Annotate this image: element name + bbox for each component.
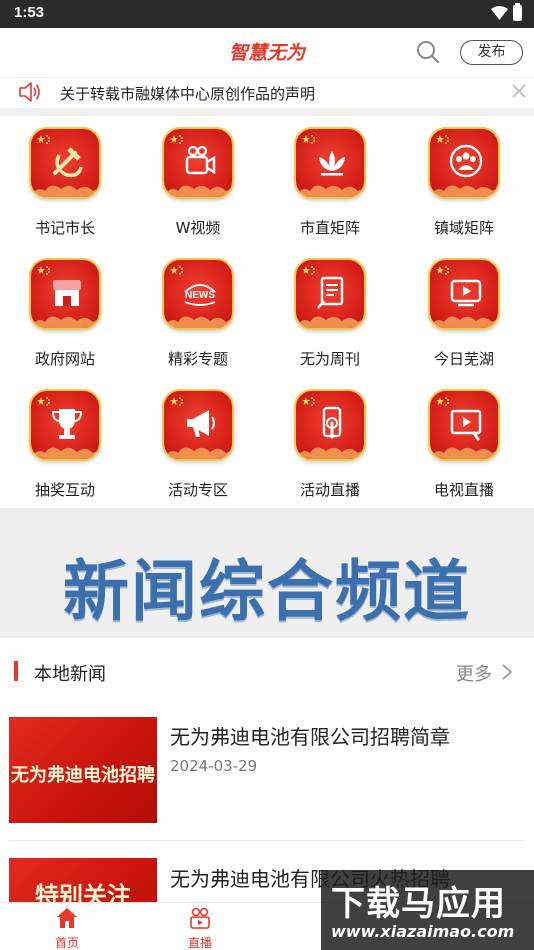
section-title: 本地新闻 <box>34 664 106 685</box>
tv-play-glyph <box>450 279 482 307</box>
news-item[interactable]: 无为弗迪电池招聘 无为弗迪电池有限公司招聘简章 2024-03-29 <box>0 700 534 850</box>
cloud-ornament <box>430 316 498 328</box>
status-bar: 1:53 <box>0 0 534 28</box>
watermark-title: 下载马应用 <box>331 884 506 924</box>
banner-title: 新闻综合频道 <box>63 553 471 630</box>
section-divider <box>0 108 534 116</box>
grid-item-label: 活动专区 <box>167 481 228 499</box>
grid-item-storefront[interactable]: 政府网站 <box>0 247 130 377</box>
grid-item-trophy[interactable]: 抽奖互动 <box>0 378 130 508</box>
grid-item-label: 今日芜湖 <box>433 350 494 368</box>
grid-item-document-edit[interactable]: 无为周刊 <box>265 247 395 377</box>
tab-live[interactable]: 直播 <box>167 905 233 950</box>
megaphone-glyph <box>187 410 215 437</box>
trophy-glyph <box>51 409 83 439</box>
news-headline[interactable]: 无为弗迪电池有限公司招聘简章 <box>170 721 450 750</box>
tab-live-label: 直播 <box>187 936 212 950</box>
trophy-icon[interactable] <box>29 389 101 461</box>
grid-item-tv-play[interactable]: 今日芜湖 <box>399 247 529 377</box>
phone-touch-glyph <box>322 406 342 439</box>
grid-item-news[interactable]: NEWS 精彩专题 <box>133 247 263 377</box>
megaphone-icon[interactable] <box>162 389 234 461</box>
storefront-icon[interactable] <box>29 258 101 330</box>
svg-text:NEWS: NEWS <box>185 290 215 301</box>
lotus-icon[interactable] <box>294 127 366 199</box>
watermark-url: www.xiazaimao.com <box>331 922 515 941</box>
cloud-ornament <box>164 316 232 328</box>
thumbnail-caption: 无为弗迪电池招聘 <box>11 765 155 786</box>
grid-item-label: 精彩专题 <box>167 350 228 368</box>
phone-touch-icon[interactable] <box>294 389 366 461</box>
hammer-sickle-glyph <box>53 147 83 178</box>
search-icon[interactable] <box>416 40 440 64</box>
news-glyph: NEWS <box>184 284 216 306</box>
app-title: 智慧无为 <box>228 42 305 64</box>
grid-item-lotus[interactable]: 市直矩阵 <box>265 116 395 246</box>
grid-item-label: 抽奖互动 <box>34 481 95 499</box>
notice-text[interactable]: 关于转载市融媒体中心原创作品的声明 <box>60 83 315 104</box>
publish-button[interactable]: 发布 <box>460 40 523 65</box>
more-link[interactable]: 更多 <box>456 660 492 686</box>
cloud-ornament <box>164 447 232 459</box>
film-play-icon[interactable] <box>428 389 500 461</box>
app-header: 智慧无为 发布 <box>0 28 534 78</box>
local-news-header: 本地新闻 更多 <box>0 640 534 700</box>
channel-banner[interactable]: 新闻综合频道 <box>0 508 534 638</box>
grid-item-group[interactable]: 镇域矩阵 <box>399 116 529 246</box>
grid-item-label: 镇域矩阵 <box>433 219 494 237</box>
cloud-ornament <box>296 316 364 328</box>
status-time: 1:53 <box>14 4 45 21</box>
cloud-ornament <box>164 185 232 197</box>
lotus-glyph <box>319 151 345 176</box>
grid-item-label: 市直矩阵 <box>299 219 360 237</box>
battery-icon <box>513 3 522 21</box>
grid-item-label: 书记市长 <box>34 219 95 237</box>
film-play-glyph <box>450 409 482 441</box>
group-glyph <box>449 144 483 178</box>
grid-item-label: 无为周刊 <box>299 350 360 368</box>
hammer-sickle-icon[interactable] <box>29 127 101 199</box>
grid-item-hammer-sickle[interactable]: 书记市长 <box>0 116 130 246</box>
news-divider <box>9 840 525 841</box>
live-video-icon <box>190 907 210 929</box>
video-camera-icon[interactable] <box>162 127 234 199</box>
chevron-right-icon[interactable] <box>500 662 514 682</box>
home-icon <box>57 908 77 928</box>
cloud-ornament <box>31 316 99 328</box>
close-icon[interactable] <box>511 83 527 99</box>
section-accent-bar <box>14 661 18 681</box>
grid-item-label: 电视直播 <box>433 481 494 499</box>
tv-play-icon[interactable] <box>428 258 500 330</box>
news-thumbnail[interactable]: 特别关注 <box>9 858 157 902</box>
news-thumbnail[interactable]: 无为弗迪电池招聘 <box>9 717 157 823</box>
cloud-ornament <box>31 185 99 197</box>
site-watermark: 下载马应用 www.xiazaimao.com <box>321 870 534 950</box>
video-camera-glyph <box>185 145 216 175</box>
grid-item-video-camera[interactable]: W视频 <box>133 116 263 246</box>
thumbnail-caption: 特别关注 <box>35 882 131 902</box>
news-date: 2024-03-29 <box>170 757 258 775</box>
notice-bar[interactable]: 关于转载市融媒体中心原创作品的声明 <box>0 78 534 108</box>
document-edit-glyph <box>317 276 344 309</box>
cloud-ornament <box>31 447 99 459</box>
grid-item-megaphone[interactable]: 活动专区 <box>133 378 263 508</box>
grid-item-film-play[interactable]: 电视直播 <box>399 378 529 508</box>
cloud-ornament <box>296 185 364 197</box>
news-icon[interactable]: NEWS <box>162 258 234 330</box>
grid-item-label: W视频 <box>175 219 221 237</box>
speaker-icon <box>19 82 40 102</box>
feature-grid: 书记市长 W视频 市直矩阵 镇域矩阵政府网站 NEWS 精彩专题 无为周刊 今日芜湖抽奖互动 活… <box>0 116 534 508</box>
grid-item-label: 活动直播 <box>299 481 360 499</box>
wifi-icon <box>491 6 508 20</box>
tab-home[interactable]: 首页 <box>34 905 100 950</box>
tab-home-label: 首页 <box>54 936 79 950</box>
storefront-glyph <box>53 280 81 306</box>
document-edit-icon[interactable] <box>294 258 366 330</box>
cloud-ornament <box>296 447 364 459</box>
group-icon[interactable] <box>428 127 500 199</box>
cloud-ornament <box>430 447 498 459</box>
cloud-ornament <box>430 185 498 197</box>
grid-item-label: 政府网站 <box>34 350 95 368</box>
grid-item-phone-touch[interactable]: 活动直播 <box>265 378 395 508</box>
